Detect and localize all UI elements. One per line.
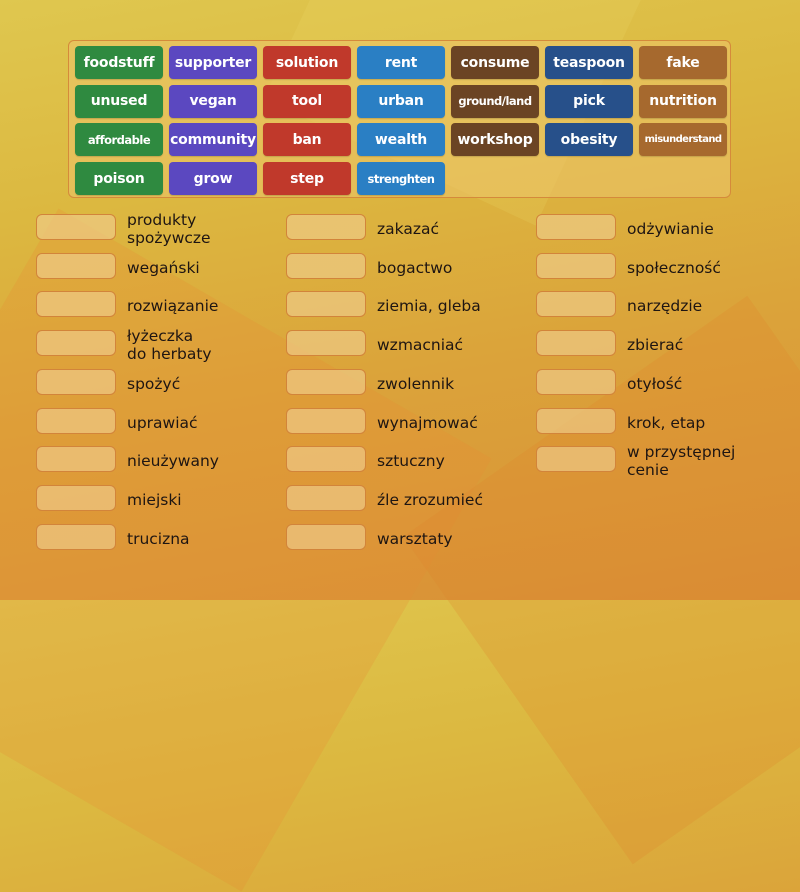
answer-tile[interactable]: consume: [451, 46, 539, 79]
drop-slot[interactable]: [536, 291, 616, 318]
target-label: spożyć: [127, 374, 181, 393]
answer-tile[interactable]: step: [263, 162, 351, 196]
answer-tile[interactable]: rent: [357, 46, 445, 79]
answer-tile[interactable]: pick: [545, 84, 633, 118]
answer-tile-tray: foodstuff supporter solution rent consume tea…: [68, 40, 731, 198]
answer-tile[interactable]: supporter: [169, 46, 257, 79]
answer-tile[interactable]: solution: [263, 46, 351, 79]
drop-slot[interactable]: [286, 407, 366, 434]
drop-slot[interactable]: [36, 368, 116, 395]
target-label: zbierać: [627, 336, 684, 355]
answer-tile[interactable]: tool: [263, 84, 351, 118]
answer-tile[interactable]: ground/land: [451, 84, 539, 118]
answer-tile[interactable]: wealth: [357, 123, 445, 157]
drop-slot[interactable]: [536, 214, 616, 240]
target-label: sztuczny: [377, 452, 445, 471]
target-label: ziemia, gleba: [377, 297, 481, 316]
target-label: rozwiązanie: [127, 297, 219, 316]
drop-slot[interactable]: [36, 252, 116, 279]
target-label: w przystępnej cenie: [627, 443, 736, 480]
target-label: uprawiać: [127, 413, 198, 432]
drop-slot[interactable]: [36, 291, 116, 318]
target-label: narzędzie: [627, 297, 703, 316]
drop-slot[interactable]: [36, 214, 116, 240]
answer-tile[interactable]: fake: [639, 46, 727, 79]
answer-tile[interactable]: vegan: [169, 84, 257, 118]
drop-slot[interactable]: [536, 368, 616, 395]
answer-tile[interactable]: obesity: [545, 123, 633, 157]
target-label: bogactwo: [377, 258, 453, 277]
drop-slot[interactable]: [286, 484, 366, 511]
answer-tile[interactable]: workshop: [451, 123, 539, 157]
drop-slot[interactable]: [36, 446, 116, 473]
answer-tile[interactable]: teaspoon: [545, 46, 633, 79]
target-label: łyżeczka do herbaty: [127, 327, 212, 364]
target-label: zakazać: [377, 220, 439, 238]
answer-tile[interactable]: ban: [263, 123, 351, 157]
drop-slot[interactable]: [536, 330, 616, 357]
drop-slot[interactable]: [286, 330, 366, 357]
drop-slot[interactable]: [36, 484, 116, 511]
target-label: zwolennik: [377, 374, 455, 393]
target-label: otyłość: [627, 374, 683, 393]
answer-tile[interactable]: misunderstand: [639, 123, 727, 157]
target-label: wynajmować: [377, 413, 478, 432]
answer-tile[interactable]: foodstuff: [75, 46, 163, 79]
answer-tile[interactable]: strenghten: [357, 162, 445, 196]
drop-slot[interactable]: [36, 407, 116, 434]
answer-tile[interactable]: urban: [357, 84, 445, 118]
target-label: społeczność: [627, 258, 721, 277]
drop-slot[interactable]: [536, 446, 616, 473]
answer-tile[interactable]: community: [169, 123, 257, 157]
drop-slot[interactable]: [286, 368, 366, 395]
target-label: odżywianie: [627, 220, 714, 238]
answer-tile[interactable]: grow: [169, 162, 257, 196]
target-label: miejski: [127, 490, 182, 509]
target-label: wegański: [127, 258, 200, 277]
drop-slot[interactable]: [36, 330, 116, 357]
target-label: krok, etap: [627, 413, 706, 432]
target-label: warsztaty: [377, 529, 453, 548]
drop-slot[interactable]: [286, 523, 366, 550]
drop-slot[interactable]: [536, 252, 616, 279]
drop-slot[interactable]: [36, 523, 116, 550]
answer-tile[interactable]: affordable: [75, 123, 163, 157]
target-label: wzmacniać: [377, 336, 464, 355]
target-label: nieużywany: [127, 452, 219, 471]
answer-tile[interactable]: unused: [75, 84, 163, 118]
drop-slot[interactable]: [286, 252, 366, 279]
drop-slot[interactable]: [536, 407, 616, 434]
target-label: trucizna: [127, 529, 190, 548]
target-label: źle zrozumieć: [377, 490, 483, 509]
answer-tile[interactable]: nutrition: [639, 84, 727, 118]
drop-slot[interactable]: [286, 214, 366, 240]
answer-tile[interactable]: poison: [75, 162, 163, 196]
drop-slot[interactable]: [286, 446, 366, 473]
target-label: produkty spożywcze: [127, 211, 211, 247]
drop-slot[interactable]: [286, 291, 366, 318]
